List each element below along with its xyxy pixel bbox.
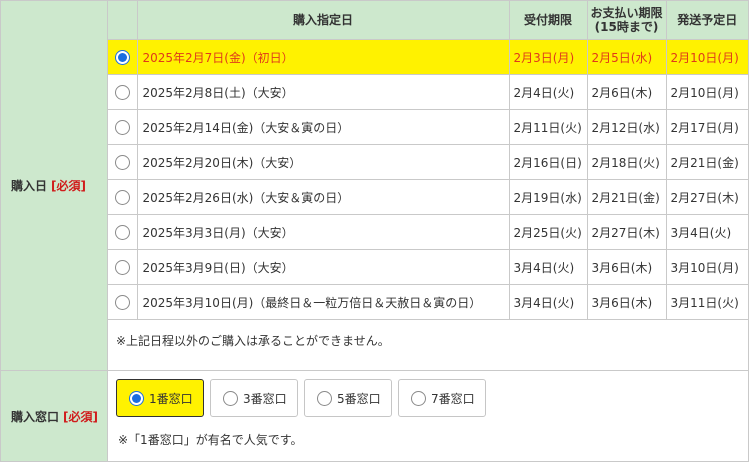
- purchase-date-row[interactable]: 2025年2月8日(土)（大安） 2月4日(火) 2月6日(木) 2月10日(月): [108, 74, 748, 110]
- shipping-date-value: 2月21日(金): [665, 144, 748, 180]
- purchase-date-field: 購入指定日 受付期限 お支払い期限 (15時まで) 発送予定日 2025年2月7…: [107, 0, 749, 371]
- header-shipping: 発送予定日: [665, 1, 748, 40]
- purchase-window-radio[interactable]: [223, 390, 238, 406]
- purchase-date-value: 2025年2月14日(金)（大安＆寅の日）: [136, 109, 510, 145]
- purchase-date-value: 2025年2月7日(金)（初日）: [136, 39, 510, 75]
- payment-deadline-value: 2月27日(木): [586, 214, 667, 250]
- payment-deadline-value: 3月6日(木): [586, 249, 667, 285]
- payment-deadline-value: 2月5日(水): [586, 39, 667, 75]
- purchase-window-options: 1番窓口 3番窓口 5番窓口 7番窓口: [116, 379, 740, 417]
- purchase-date-row[interactable]: 2025年2月26日(水)（大安＆寅の日） 2月19日(水) 2月21日(金) 2月2…: [108, 179, 748, 215]
- purchase-form: 購入日 [必須] 購入指定日 受付期限 お支払い期限 (15時まで) 発送予定日…: [0, 0, 750, 462]
- purchase-date-row[interactable]: 2025年2月20日(木)（大安） 2月16日(日) 2月18日(火) 2月21日(金…: [108, 144, 748, 180]
- purchase-date-label: 購入日: [11, 179, 48, 193]
- deadline-value: 2月11日(火): [508, 109, 588, 145]
- purchase-date-note: ※上記日程以外のご購入は承ることができません。: [108, 319, 748, 360]
- purchase-window-option[interactable]: 7番窓口: [398, 379, 486, 417]
- deadline-value: 2月19日(水): [508, 179, 588, 215]
- purchase-date-radio[interactable]: [114, 49, 130, 65]
- shipping-date-value: 2月27日(木): [665, 179, 748, 215]
- shipping-date-value: 2月10日(月): [665, 74, 748, 110]
- purchase-date-table: 購入指定日 受付期限 お支払い期限 (15時まで) 発送予定日 2025年2月7…: [108, 1, 748, 360]
- purchase-window-option[interactable]: 5番窓口: [304, 379, 392, 417]
- deadline-value: 2月3日(月): [508, 39, 588, 75]
- purchase-date-label-cell: 購入日 [必須]: [0, 0, 108, 371]
- header-date: 購入指定日: [136, 1, 510, 40]
- purchase-date-row[interactable]: 2025年3月9日(日)（大安） 3月4日(火) 3月6日(木) 3月10日(月): [108, 249, 748, 285]
- purchase-window-radio[interactable]: [317, 390, 332, 406]
- purchase-window-radio[interactable]: [129, 390, 144, 406]
- payment-deadline-value: 2月12日(水): [586, 109, 667, 145]
- purchase-date-radio-cell[interactable]: [108, 39, 138, 75]
- purchase-window-option-label: 7番窓口: [431, 391, 475, 406]
- purchase-window-radio[interactable]: [411, 390, 426, 406]
- header-radio-col: [108, 1, 138, 40]
- purchase-date-radio[interactable]: [114, 259, 130, 275]
- purchase-window-note: ※「1番窓口」が有名で人気です。: [118, 433, 303, 447]
- purchase-date-radio[interactable]: [114, 119, 130, 135]
- purchase-date-radio-cell[interactable]: [108, 74, 138, 110]
- purchase-form-table: 購入日 [必須] 購入指定日 受付期限 お支払い期限 (15時まで) 発送予定日…: [0, 0, 749, 462]
- purchase-date-radio-cell[interactable]: [108, 284, 138, 320]
- purchase-date-radio-cell[interactable]: [108, 249, 138, 285]
- header-payment-line2: (15時まで): [594, 20, 659, 34]
- purchase-date-note-row: ※上記日程以外のご購入は承ることができません。: [108, 319, 748, 360]
- purchase-date-row[interactable]: 2025年2月14日(金)（大安＆寅の日） 2月11日(火) 2月12日(水) 2月1…: [108, 109, 748, 145]
- deadline-value: 2月16日(日): [508, 144, 588, 180]
- purchase-window-field: 1番窓口 3番窓口 5番窓口 7番窓口 ※「1番窓口」が有名で人気です。: [107, 370, 749, 462]
- purchase-window-required-badge: [必須]: [63, 409, 98, 424]
- purchase-date-value: 2025年2月26日(水)（大安＆寅の日）: [136, 179, 510, 215]
- deadline-value: 2月4日(火): [508, 74, 588, 110]
- shipping-date-value: 3月11日(火): [665, 284, 748, 320]
- shipping-date-value: 2月17日(月): [665, 109, 748, 145]
- purchase-date-radio[interactable]: [114, 224, 130, 240]
- deadline-value: 3月4日(火): [508, 284, 588, 320]
- payment-deadline-value: 2月18日(火): [586, 144, 667, 180]
- purchase-date-header-row: 購入指定日 受付期限 お支払い期限 (15時まで) 発送予定日: [108, 1, 748, 40]
- header-payment: お支払い期限 (15時まで): [586, 1, 667, 40]
- purchase-date-value: 2025年3月10日(月)（最終日＆一粒万倍日＆天赦日＆寅の日）: [136, 284, 510, 320]
- shipping-date-value: 3月10日(月): [665, 249, 748, 285]
- purchase-date-value: 2025年3月9日(日)（大安）: [136, 249, 510, 285]
- purchase-window-option-label: 3番窓口: [243, 391, 287, 406]
- purchase-window-option-label: 5番窓口: [337, 391, 381, 406]
- payment-deadline-value: 3月6日(木): [586, 284, 667, 320]
- purchase-date-row[interactable]: 2025年2月7日(金)（初日） 2月3日(月) 2月5日(水) 2月10日(月): [108, 39, 748, 75]
- purchase-date-radio[interactable]: [114, 84, 130, 100]
- purchase-window-label-cell: 購入窓口 [必須]: [0, 370, 108, 462]
- purchase-date-radio-cell[interactable]: [108, 144, 138, 180]
- purchase-window-option[interactable]: 3番窓口: [210, 379, 298, 417]
- purchase-window-label: 購入窓口: [11, 409, 60, 424]
- purchase-window-option-label: 1番窓口: [149, 391, 193, 406]
- shipping-date-value: 2月10日(月): [665, 39, 748, 75]
- purchase-date-radio[interactable]: [114, 154, 130, 170]
- purchase-date-row[interactable]: 2025年3月3日(月)（大安） 2月25日(火) 2月27日(木) 3月4日(火): [108, 214, 748, 250]
- purchase-date-required-badge: [必須]: [51, 179, 86, 193]
- payment-deadline-value: 2月21日(金): [586, 179, 667, 215]
- purchase-window-area: 1番窓口 3番窓口 5番窓口 7番窓口 ※「1番窓口」が有名で人気です。: [108, 371, 748, 461]
- purchase-date-radio[interactable]: [114, 294, 130, 310]
- purchase-date-value: 2025年3月3日(月)（大安）: [136, 214, 510, 250]
- purchase-date-radio-cell[interactable]: [108, 179, 138, 215]
- deadline-value: 3月4日(火): [508, 249, 588, 285]
- purchase-date-radio-cell[interactable]: [108, 109, 138, 145]
- deadline-value: 2月25日(火): [508, 214, 588, 250]
- purchase-date-radio-cell[interactable]: [108, 214, 138, 250]
- purchase-date-row[interactable]: 2025年3月10日(月)（最終日＆一粒万倍日＆天赦日＆寅の日） 3月4日(火) 3…: [108, 284, 748, 320]
- shipping-date-value: 3月4日(火): [665, 214, 748, 250]
- purchase-date-radio[interactable]: [114, 189, 130, 205]
- purchase-window-option[interactable]: 1番窓口: [116, 379, 204, 417]
- header-payment-line1: お支払い期限: [590, 6, 663, 20]
- payment-deadline-value: 2月6日(木): [586, 74, 667, 110]
- purchase-date-value: 2025年2月8日(土)（大安）: [136, 74, 510, 110]
- purchase-date-value: 2025年2月20日(木)（大安）: [136, 144, 510, 180]
- header-deadline: 受付期限: [508, 1, 588, 40]
